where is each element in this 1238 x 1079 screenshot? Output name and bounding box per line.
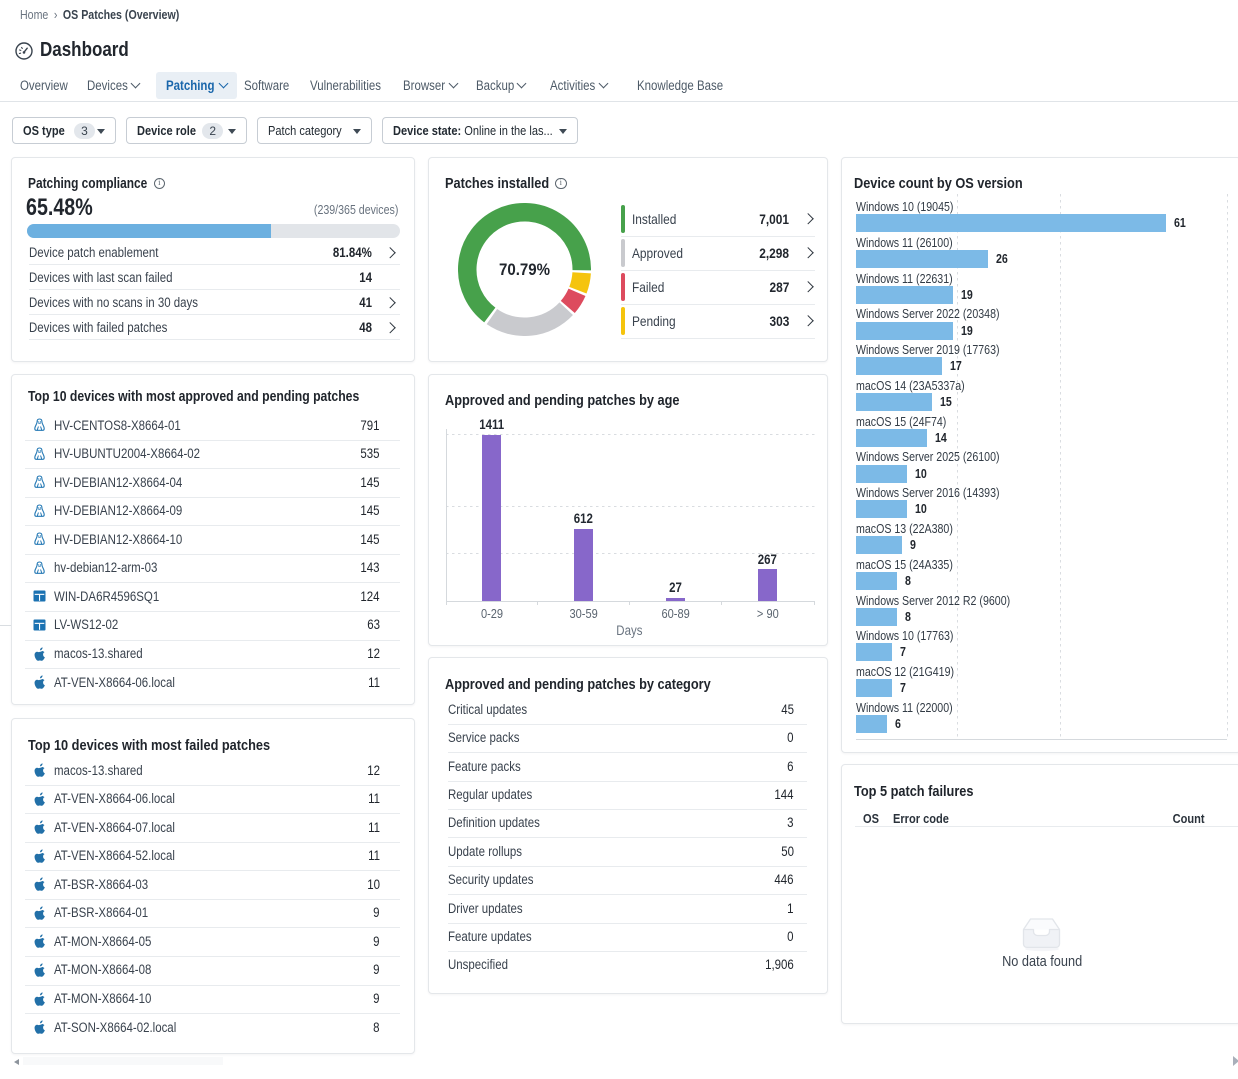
svg-text:70.79%: 70.79% [499,261,550,279]
